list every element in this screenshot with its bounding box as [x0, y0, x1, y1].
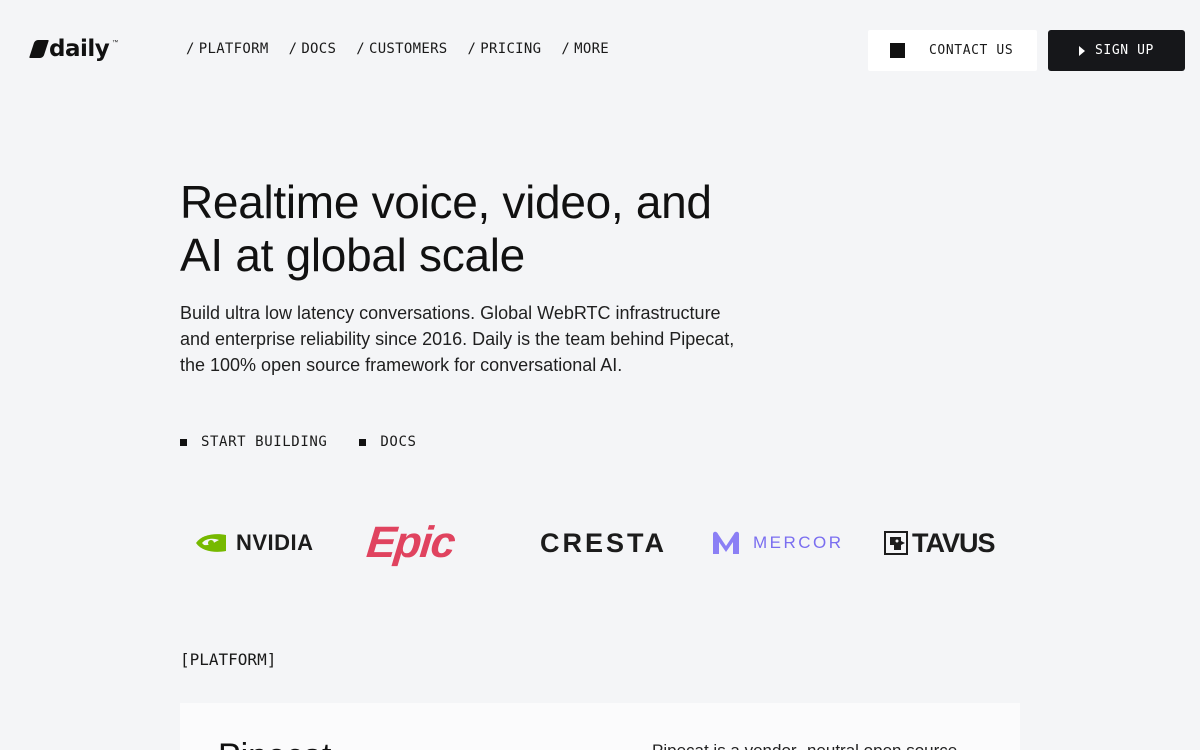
square-bullet-icon: [180, 438, 187, 446]
pipecat-card-text: Pipecat is a vendor- neutral open source: [652, 741, 957, 750]
nvidia-eye-icon: [196, 534, 226, 552]
square-icon: [890, 43, 905, 58]
main-nav: / PLATFORM / DOCS / CUSTOMERS / PRICING / MOR…: [186, 41, 609, 57]
sign-up-button[interactable]: SIGN UP: [1048, 30, 1185, 71]
nav-separator: /: [467, 41, 477, 57]
contact-us-label: CONTACT US: [929, 43, 1014, 58]
docs-link[interactable]: DOCS: [359, 434, 416, 450]
nav-item-label: DOCS: [301, 41, 337, 57]
hero-description: Build ultra low latency conversations. G…: [180, 303, 735, 375]
nav-item-docs[interactable]: / DOCS: [289, 41, 337, 57]
epic-logo: Epic: [364, 515, 457, 571]
daily-logo-mark-icon: [29, 40, 49, 58]
nav-separator: /: [561, 41, 571, 57]
nav-item-more[interactable]: / MORE: [561, 41, 609, 57]
customer-logos: NVIDIA Epic CRESTA MERCOR TAVUS: [180, 515, 1020, 571]
mercor-m-icon: [713, 531, 739, 554]
nav-separator: /: [288, 41, 298, 57]
hero-title: Realtime voice, video, and AI at global …: [180, 176, 780, 282]
nav-item-pricing[interactable]: / PRICING: [468, 41, 542, 57]
square-bullet-icon: [359, 438, 367, 446]
hero-title-line-1: Realtime voice, video, and: [180, 176, 712, 228]
daily-logo[interactable]: daily ™: [29, 36, 119, 62]
nav-item-platform[interactable]: / PLATFORM: [186, 41, 269, 57]
hero-title-line-2: AI at global scale: [180, 229, 525, 281]
start-building-label: START BUILDING: [201, 434, 328, 450]
nav-item-label: CUSTOMERS: [368, 41, 448, 57]
contact-us-button[interactable]: CONTACT US: [868, 30, 1037, 71]
nav-item-label: PLATFORM: [198, 41, 269, 57]
cresta-logo: CRESTA: [540, 515, 667, 571]
nvidia-wordmark: NVIDIA: [236, 530, 314, 555]
site-header: daily ™ / PLATFORM / DOCS / CUSTOMERS / PRIC…: [0, 0, 1200, 100]
pipecat-card-title: Pipecat: [218, 737, 331, 750]
nav-item-customers[interactable]: / CUSTOMERS: [356, 41, 447, 57]
play-triangle-icon: [1079, 45, 1085, 56]
nvidia-logo: NVIDIA: [194, 515, 314, 571]
tavus-face-icon: [884, 531, 908, 555]
platform-section-label: [PLATFORM]: [180, 650, 277, 669]
nav-separator: /: [356, 41, 365, 57]
logo-trademark: ™: [112, 40, 119, 46]
nav-item-label: PRICING: [480, 41, 542, 57]
docs-label: DOCS: [380, 434, 417, 450]
mercor-wordmark: MERCOR: [753, 533, 844, 552]
epic-wordmark: Epic: [364, 518, 457, 567]
tavus-logo: TAVUS: [884, 515, 995, 571]
sign-up-label: SIGN UP: [1095, 43, 1154, 58]
nav-item-label: MORE: [574, 41, 610, 57]
hero-cta-row: START BUILDING DOCS: [180, 434, 417, 450]
platform-card: Pipecat Pipecat is a vendor- neutral ope…: [180, 703, 1020, 750]
mercor-logo: MERCOR: [711, 515, 844, 571]
cresta-wordmark: CRESTA: [540, 527, 668, 558]
logo-text: daily: [49, 36, 110, 62]
start-building-link[interactable]: START BUILDING: [180, 434, 327, 450]
tavus-wordmark: TAVUS: [912, 527, 995, 558]
nav-separator: /: [186, 41, 195, 57]
